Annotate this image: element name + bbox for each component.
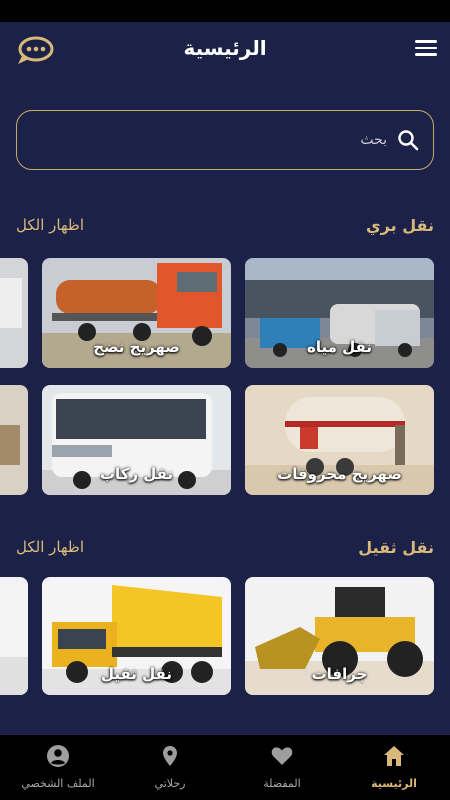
card-label: نقل ثقيل bbox=[101, 665, 172, 683]
see-all-heavy-transport[interactable]: اظهار الكل bbox=[16, 538, 84, 556]
card-partial[interactable] bbox=[0, 577, 28, 695]
section-title-land-transport: نقل بري bbox=[366, 216, 434, 235]
nav-label: رحلاتي bbox=[154, 777, 186, 790]
card-label: صهريج محروقات bbox=[277, 465, 402, 483]
location-pin-icon bbox=[163, 746, 177, 766]
card-label: صهريج نضح bbox=[93, 338, 180, 356]
search-input[interactable]: بحث bbox=[16, 110, 434, 170]
page-title: الرئيسية bbox=[183, 36, 267, 60]
card-label: نقل ركاب bbox=[99, 465, 174, 483]
menu-icon[interactable] bbox=[415, 40, 437, 58]
nav-profile[interactable]: الملف الشخصي bbox=[2, 735, 114, 800]
nav-my-trips[interactable]: رحلاتي bbox=[114, 735, 226, 800]
status-bar bbox=[0, 0, 450, 22]
account-icon bbox=[47, 745, 69, 767]
bottom-navigation: الرئيسية المفضلة رحلاتي الملف الشخصي bbox=[0, 735, 450, 800]
card-partial[interactable] bbox=[0, 258, 28, 368]
heart-icon bbox=[271, 747, 293, 765]
card-water-transport[interactable]: نقل مياه bbox=[245, 258, 434, 368]
card-label: نقل مياه bbox=[307, 338, 372, 356]
section-title-heavy-transport: نقل ثقيل bbox=[358, 538, 434, 557]
search-placeholder: بحث bbox=[360, 132, 387, 148]
card-excavators[interactable]: جرافات bbox=[245, 577, 434, 695]
card-sewage-tanker[interactable]: صهريج نضح bbox=[42, 258, 231, 368]
nav-label: الملف الشخصي bbox=[21, 777, 95, 790]
home-icon bbox=[384, 746, 404, 766]
card-heavy-transport[interactable]: نقل ثقيل bbox=[42, 577, 231, 695]
see-all-land-transport[interactable]: اظهار الكل bbox=[16, 216, 84, 234]
card-partial[interactable] bbox=[0, 385, 28, 495]
nav-label: المفضلة bbox=[263, 777, 301, 790]
card-fuel-tanker[interactable]: صهريج محروقات bbox=[245, 385, 434, 495]
card-passenger-transport[interactable]: نقل ركاب bbox=[42, 385, 231, 495]
nav-favorites[interactable]: المفضلة bbox=[226, 735, 338, 800]
search-icon bbox=[398, 130, 419, 151]
nav-home[interactable]: الرئيسية bbox=[338, 735, 450, 800]
card-label: جرافات bbox=[311, 665, 368, 683]
app-bar: الرئيسية bbox=[0, 22, 450, 78]
nav-label: الرئيسية bbox=[371, 777, 417, 790]
